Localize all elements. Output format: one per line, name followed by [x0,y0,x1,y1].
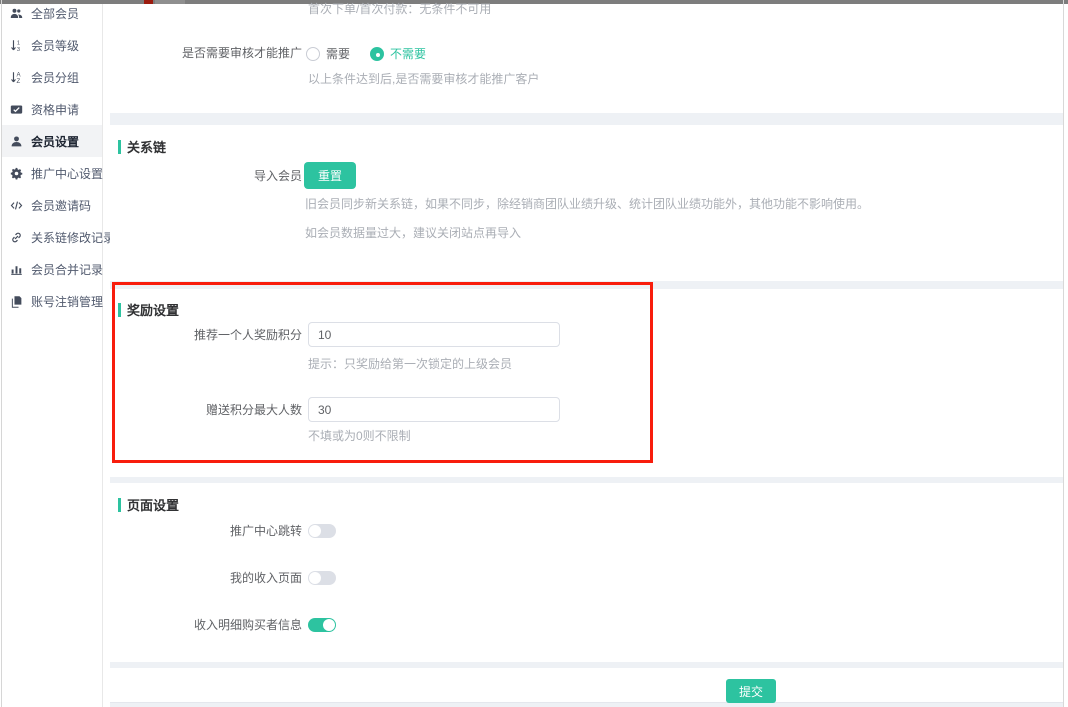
member-settings-page: 全部会员 13 会员等级 AZ 会员分组 资格申请 会员设置 [0,0,1068,707]
sidebar-item-relation-chain-log[interactable]: 关系链修改记录 [2,221,102,253]
radio-circle-icon [370,47,384,61]
promotion-jump-label: 推广中心跳转 [110,524,302,538]
user-icon [9,134,24,149]
first-order-condition-hint: 首次下单/首次付款：无条件不可用 [308,3,491,15]
sidebar-item-invitation-code[interactable]: 会员邀请码 [2,189,102,221]
title-accent-bar [118,498,121,512]
sidebar-item-label: 关系链修改记录 [31,229,115,246]
gear-icon [9,166,24,181]
audit-section-card: 首次下单/首次付款：无条件不可用 是否需要审核才能推广 需要 不需要 以上条件达… [110,4,1063,113]
income-detail-buyer-toggle[interactable] [308,618,336,632]
referral-points-label: 推荐一个人奖励积分 [110,328,302,342]
radio-need-audit[interactable]: 需要 [306,45,350,62]
page-settings-card: 页面设置 推广中心跳转 我的收入页面 收入明细购买者信息 [110,483,1063,662]
sidebar-item-label: 资格申请 [31,101,79,118]
sidebar-item-label: 推广中心设置 [31,165,103,182]
svg-text:Z: Z [17,78,21,84]
import-members-label: 导入会员 [110,169,302,183]
max-people-label: 赠送积分最大人数 [110,403,302,417]
sidebar-item-label: 会员设置 [31,133,79,150]
svg-text:1: 1 [17,40,20,46]
sidebar-item-qualification[interactable]: 资格申请 [2,93,102,125]
radio-circle-icon [306,47,320,61]
code-icon [9,198,24,213]
close-site-hint: 如会员数据量过大，建议关闭站点再导入 [305,227,521,239]
reward-settings-card: 奖励设置 推荐一个人奖励积分 提示：只奖励给第一次锁定的上级会员 赠送积分最大人… [110,289,1063,477]
relation-chain-card: 关系链 导入会员 重置 旧会员同步新关系链，如果不同步，除经销商团队业绩升级、统… [110,125,1063,281]
card-gap [110,113,1063,125]
my-income-label: 我的收入页面 [110,571,302,585]
users-icon [9,6,24,21]
window-right-border [1063,0,1064,707]
sort-alpha-icon: AZ [9,70,24,85]
income-detail-buyer-label: 收入明细购买者信息 [110,618,302,632]
sidebar-item-merge-records[interactable]: 会员合并记录 [2,253,102,285]
audit-required-label: 是否需要审核才能推广 [110,46,302,60]
sidebar-item-label: 会员分组 [31,69,79,86]
sync-relation-hint: 旧会员同步新关系链，如果不同步，除经销商团队业绩升级、统计团队业绩功能外，其他功… [305,198,869,210]
sort-numeric-icon: 13 [9,38,24,53]
sidebar-item-label: 会员合并记录 [31,261,103,278]
copy-icon [9,294,24,309]
my-income-toggle[interactable] [308,571,336,585]
sidebar-item-label: 会员等级 [31,37,79,54]
submit-button[interactable]: 提交 [726,679,776,703]
title-accent-bar [118,140,121,154]
footer-bar: 提交 [110,668,1063,703]
card-gap [110,281,1063,289]
sidebar-item-all-members[interactable]: 全部会员 [2,0,102,29]
link-icon [9,230,24,245]
svg-text:3: 3 [17,46,20,51]
sidebar-item-label: 账号注销管理 [31,293,103,310]
referral-points-input[interactable] [308,322,560,347]
sidebar-item-member-settings[interactable]: 会员设置 [2,125,102,157]
sidebar-item-label: 全部会员 [31,5,79,22]
chart-icon [9,262,24,277]
title-accent-bar [118,303,121,317]
referral-points-hint: 提示：只奖励给第一次锁定的上级会员 [308,358,512,370]
audit-condition-hint: 以上条件达到后,是否需要审核才能推广客户 [308,73,539,85]
sidebar: 全部会员 13 会员等级 AZ 会员分组 资格申请 会员设置 [2,4,103,707]
envelope-check-icon [9,102,24,117]
sidebar-item-account-cancellation[interactable]: 账号注销管理 [2,285,102,317]
reset-button[interactable]: 重置 [304,162,356,189]
sidebar-item-label: 会员邀请码 [31,197,91,214]
promotion-jump-toggle[interactable] [308,524,336,538]
sidebar-item-promotion-center-settings[interactable]: 推广中心设置 [2,157,102,189]
radio-no-audit[interactable]: 不需要 [370,45,426,62]
audit-radio-group: 需要 不需要 [306,45,446,62]
page-settings-title: 页面设置 [118,495,179,514]
relation-chain-title: 关系链 [118,137,166,156]
max-people-input[interactable] [308,397,560,422]
sidebar-item-member-levels[interactable]: 13 会员等级 [2,29,102,61]
reward-settings-title: 奖励设置 [118,300,179,319]
sidebar-item-member-groups[interactable]: AZ 会员分组 [2,61,102,93]
card-gap [110,703,1063,707]
max-people-hint: 不填或为0则不限制 [308,430,411,442]
